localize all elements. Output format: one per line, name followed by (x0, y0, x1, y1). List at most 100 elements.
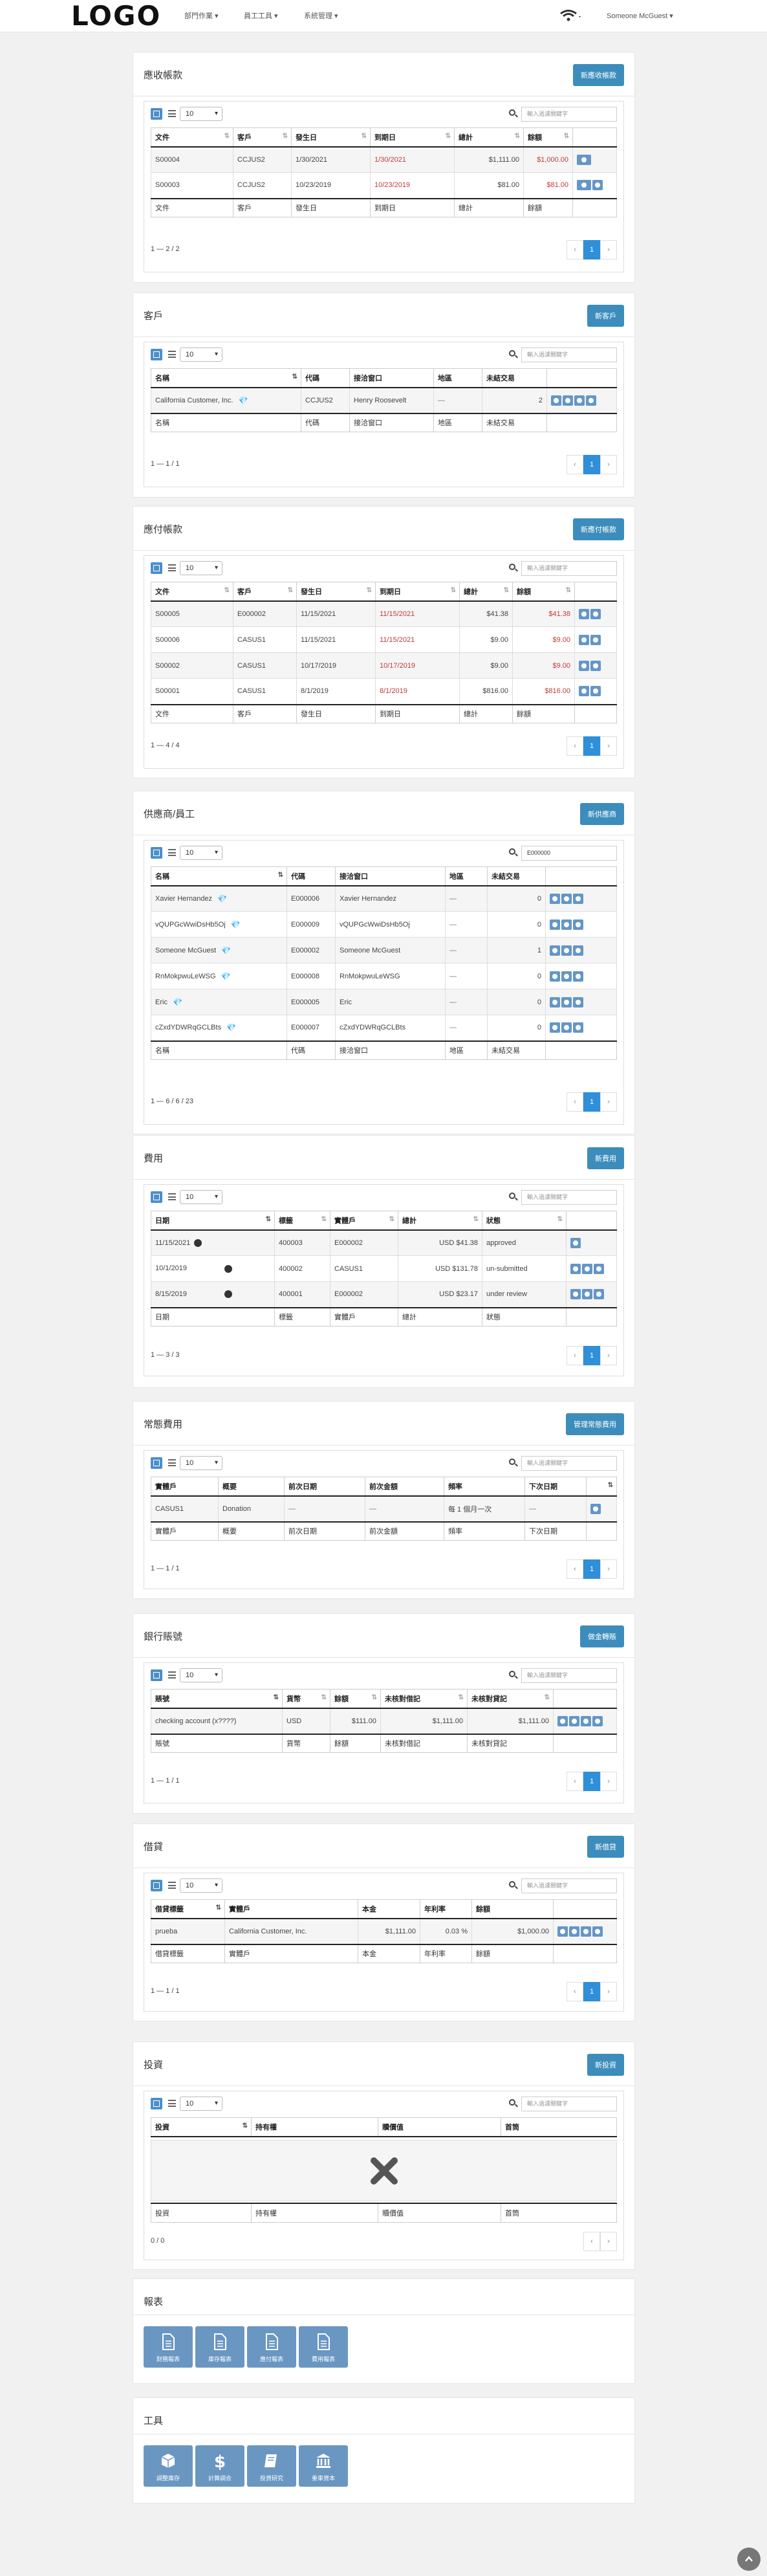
column-toggle-icon[interactable] (151, 2098, 162, 2109)
user-menu[interactable]: Someone McGuest ▾ (607, 0, 673, 32)
cell-document[interactable]: S00003 (151, 172, 233, 199)
column-toggle-icon[interactable] (151, 108, 162, 120)
cell-name[interactable]: Someone McGuest 💎 (151, 937, 287, 963)
search-input[interactable]: 輸入過濾關鍵字 (521, 1668, 617, 1683)
new-vendor-button[interactable]: 新供應商 (580, 803, 624, 825)
search-input[interactable]: 輸入過濾關鍵字 (521, 1456, 617, 1471)
cell-loan-tag[interactable]: prueba (151, 1918, 225, 1944)
page-length-select[interactable]: 10 (180, 1668, 222, 1682)
vendor-name[interactable]: Someone McGuest (155, 946, 216, 954)
col-header[interactable]: 地區 (445, 866, 488, 886)
view-icon[interactable] (577, 154, 591, 165)
financial-report-tile[interactable]: 財務報表 (144, 2326, 193, 2368)
prev-page-button[interactable]: ‹ (567, 1559, 583, 1579)
nav-menu-departments[interactable]: 部門作業 ▾ (184, 0, 219, 32)
search-input[interactable]: 輸入過濾關鍵字 (521, 2097, 617, 2111)
col-header[interactable]: 接洽窗口 (349, 368, 434, 388)
edit-icon[interactable] (561, 919, 572, 930)
col-header[interactable]: 投資 (151, 2117, 252, 2137)
edit-icon[interactable] (569, 1715, 579, 1726)
payment-icon[interactable] (581, 1926, 591, 1937)
cell-document[interactable]: S00006 (151, 626, 233, 653)
col-header[interactable]: 發生日 (291, 127, 371, 148)
transfer-funds-button[interactable]: 做金轉賬 (580, 1625, 624, 1647)
col-header[interactable]: 總計 (454, 127, 524, 148)
scroll-to-top-button[interactable] (737, 2548, 761, 2571)
view-icon[interactable] (570, 1237, 581, 1248)
col-header[interactable]: 持有權 (251, 2117, 378, 2137)
cell-document[interactable]: S00004 (151, 146, 233, 173)
dollar-icon[interactable] (573, 996, 583, 1007)
edit-icon[interactable] (561, 1022, 572, 1033)
cell-name[interactable]: California Customer, Inc. 💎 (151, 387, 301, 413)
page-button[interactable]: 1 (583, 1559, 600, 1579)
next-page-button[interactable]: › (600, 1772, 617, 1791)
cell-document[interactable]: S00005 (151, 600, 233, 627)
page-button[interactable]: 1 (583, 1982, 600, 2001)
col-header[interactable]: 總計 (459, 582, 513, 602)
settings-icon[interactable] (592, 180, 603, 191)
view-icon[interactable] (550, 919, 560, 930)
col-header[interactable]: 標籤 (274, 1211, 330, 1231)
view-icon[interactable] (550, 1022, 560, 1033)
edit-icon[interactable] (569, 1926, 579, 1937)
edit-icon[interactable] (561, 996, 572, 1007)
page-length-select[interactable]: 10 (180, 2097, 222, 2111)
logo[interactable]: LOGO (71, 0, 161, 32)
vendor-name[interactable]: RnMokpwuLeWSG (155, 972, 216, 980)
col-header[interactable]: 發生日 (296, 582, 376, 602)
col-header[interactable]: 客戶 (233, 582, 297, 602)
edit-icon[interactable] (561, 893, 572, 904)
page-button[interactable]: 1 (583, 1092, 600, 1112)
col-header[interactable]: 未核對貸記 (467, 1689, 554, 1709)
view-icon[interactable] (550, 945, 560, 956)
dollar-icon[interactable] (573, 971, 583, 982)
view-icon[interactable] (579, 686, 589, 697)
view-icon[interactable] (579, 608, 589, 619)
manage-recurring-button[interactable]: 管理常態費用 (566, 1413, 624, 1435)
cell-account[interactable]: checking account (x????) (151, 1708, 283, 1734)
delete-icon[interactable] (594, 1263, 604, 1274)
cell-tag[interactable]: 400003 (274, 1229, 330, 1256)
nav-menu-employee-tools[interactable]: 員工工具 ▾ (244, 0, 278, 32)
col-header[interactable]: 貨幣 (282, 1689, 330, 1709)
new-investment-button[interactable]: 新投資 (587, 2054, 624, 2076)
col-header[interactable]: 前次日期 (284, 1477, 365, 1497)
search-input[interactable]: 輸入過濾關鍵字 (521, 347, 617, 362)
page-button[interactable]: 1 (583, 1772, 600, 1791)
prev-page-button[interactable]: ‹ (567, 240, 583, 259)
cell-name[interactable]: Xavier Hernandez 💎 (151, 885, 287, 912)
col-header[interactable]: 接洽窗口 (335, 866, 446, 886)
vendor-name[interactable]: Xavier Hernandez (155, 895, 212, 903)
col-header[interactable]: 代碼 (301, 368, 350, 388)
col-header[interactable]: 未結交易 (487, 866, 546, 886)
col-header[interactable]: 下次日期 (524, 1477, 587, 1497)
column-toggle-icon[interactable] (151, 1669, 162, 1681)
approve-icon[interactable] (594, 1289, 604, 1300)
new-expense-button[interactable]: 新費用 (587, 1147, 624, 1169)
prev-page-button[interactable]: ‹ (567, 1772, 583, 1791)
cell-name[interactable]: cZxdYDWRqGCLBts 💎 (151, 1015, 287, 1041)
page-length-select[interactable]: 10 (180, 561, 222, 575)
next-page-button[interactable]: › (600, 455, 617, 474)
delete-icon[interactable] (582, 1289, 592, 1300)
customer-name[interactable]: California Customer, Inc. (155, 396, 233, 404)
col-header[interactable]: 文件 (151, 127, 233, 148)
page-button[interactable]: 1 (583, 455, 600, 474)
bank-icon[interactable] (592, 1715, 603, 1726)
col-header[interactable]: 地區 (433, 368, 482, 388)
col-header[interactable]: 文件 (151, 582, 233, 602)
vendor-name[interactable]: Eric (155, 998, 167, 1006)
wifi-icon[interactable] (559, 8, 582, 25)
adjust-inventory-tile[interactable]: 調整庫存 (144, 2445, 193, 2487)
new-customer-button[interactable]: 新客戶 (587, 305, 624, 327)
view-icon[interactable] (557, 1715, 568, 1726)
col-header[interactable]: 實體戶 (151, 1477, 219, 1497)
col-header[interactable]: 客戶 (233, 127, 292, 148)
col-header[interactable]: 餘額 (330, 1689, 381, 1709)
search-input[interactable]: 輸入過濾關鍵字 (521, 107, 617, 122)
page-length-select[interactable]: 10 (180, 846, 222, 860)
prev-page-button[interactable]: ‹ (567, 736, 583, 756)
column-toggle-icon[interactable] (151, 1880, 162, 1891)
prev-page-button[interactable]: ‹ (567, 455, 583, 474)
